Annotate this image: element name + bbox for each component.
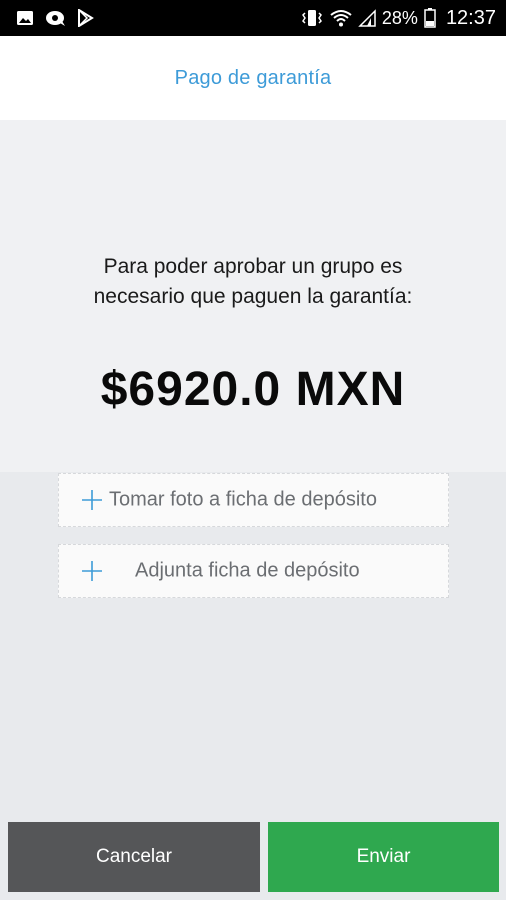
take-photo-button[interactable]: Tomar foto a ficha de depósito [58,473,449,527]
header: Pago de garantía [0,36,506,120]
vibrate-icon [300,9,324,27]
play-store-icon [76,9,94,27]
status-right: 28% 12:37 [300,7,496,30]
attach-deposit-button[interactable]: Adjunta ficha de depósito [58,544,449,598]
status-left [16,9,94,27]
attach-deposit-label: Adjunta ficha de depósito [135,559,360,582]
cancel-button[interactable]: Cancelar [8,822,260,892]
message-line-2: necesario que paguen la garantía: [93,285,413,308]
battery-icon [424,8,436,28]
plus-icon [81,560,103,582]
plus-icon [81,489,103,511]
page-title: Pago de garantía [174,66,332,89]
battery-percent: 28% [381,7,418,28]
status-bar: 28% 12:37 [0,0,506,36]
clock: 12:37 [445,6,496,29]
send-button[interactable]: Enviar [268,822,499,892]
guarantee-message: Para poder aprobar un grupo es necesario… [0,252,506,312]
gallery-icon [16,9,34,27]
take-photo-label: Tomar foto a ficha de depósito [109,488,377,511]
message-line-1: Para poder aprobar un grupo es [103,255,403,278]
chat-icon [44,9,66,27]
wifi-icon [330,9,352,27]
signal-icon [358,9,376,27]
guarantee-amount: $6920.0 MXN [100,363,406,416]
